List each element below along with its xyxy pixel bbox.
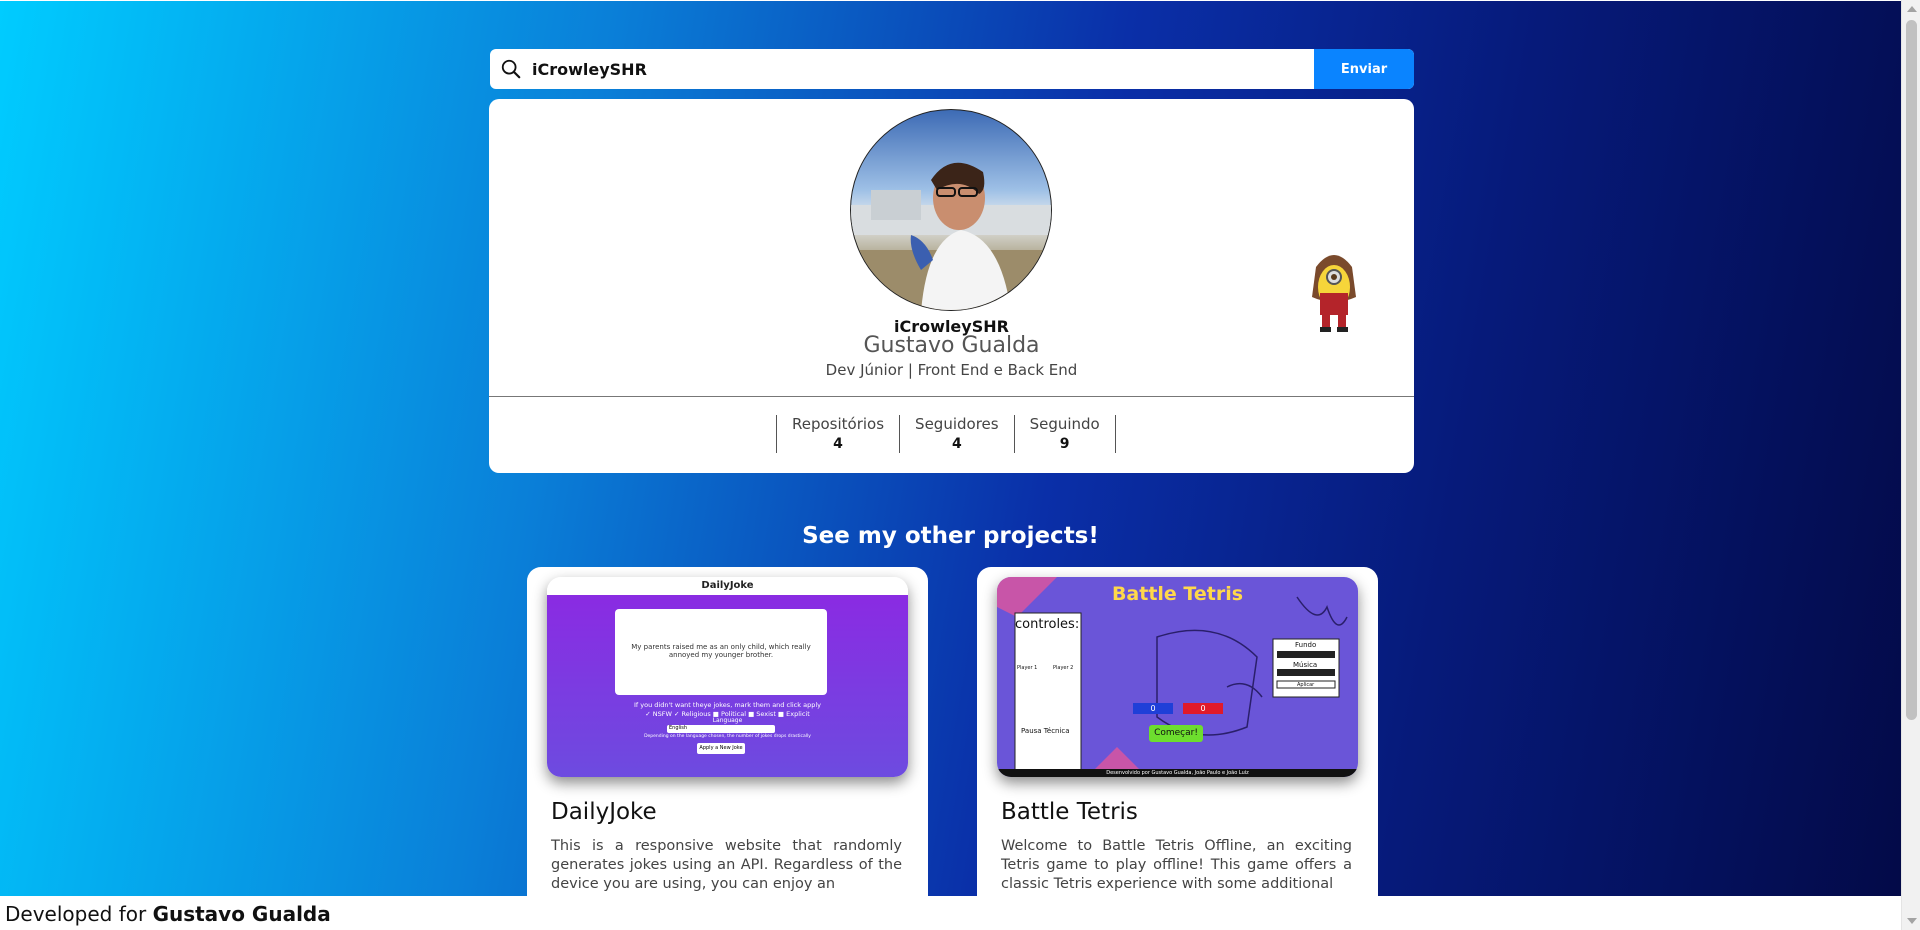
tetris-pause-label: Pausa Técnica (1021, 727, 1070, 735)
tetris-player1-label: Player 1 (1017, 665, 1038, 671)
stat-label: Seguindo (1029, 415, 1100, 433)
tetris-screen: Battle Tetris controles: Player 1 Player… (997, 577, 1358, 777)
footer-prefix: Developed for (5, 902, 147, 926)
search-input[interactable] (532, 59, 1314, 79)
page-scrollbar[interactable] (1901, 0, 1920, 930)
dailyjoke-hint: If you didn't want theye jokes, mark the… (634, 701, 821, 709)
tetris-controls-title: controles: (1015, 617, 1080, 632)
dailyjoke-header: DailyJoke (547, 577, 908, 595)
tetris-panel-apply: Aplicar (1297, 682, 1315, 688)
page-footer: Developed for Gustavo Gualda (0, 896, 1901, 930)
stat-followers: Seguidores 4 (900, 415, 1015, 453)
avatar-photo (851, 162, 1051, 310)
profile-bio: Dev Júnior | Front End e Back End (825, 361, 1078, 379)
project-card-battle-tetris[interactable]: Battle Tetris controles: Player 1 Player… (977, 567, 1378, 896)
scroll-up-icon[interactable] (1907, 6, 1917, 12)
dailyjoke-language-select: English (667, 725, 775, 733)
tetris-score-player1: 0 (1150, 704, 1156, 713)
project-screenshot[interactable]: Battle Tetris controles: Player 1 Player… (997, 577, 1358, 777)
tetris-panel-musica: Música (1293, 661, 1318, 669)
stat-value: 9 (1059, 436, 1070, 452)
dailyjoke-joke-box: My parents raised me as an only child, w… (615, 609, 827, 695)
profile-divider (489, 396, 1414, 397)
dailyjoke-language-label: Language (712, 717, 743, 724)
project-screenshot[interactable]: DailyJoke My parents raised me as an onl… (547, 577, 908, 777)
stat-label: Repositórios (792, 415, 885, 433)
scroll-down-icon[interactable] (1907, 918, 1917, 924)
search-bar: Enviar (490, 49, 1414, 89)
projects-heading: See my other projects! (802, 523, 1099, 549)
project-description: This is a responsive website that random… (551, 838, 902, 892)
search-icon (501, 59, 521, 79)
stat-repositories: Repositórios 4 (777, 415, 901, 453)
tetris-title: Battle Tetris (1111, 583, 1244, 605)
tetris-footer: Desenvolvido por Gustavo Gualda, João Pa… (997, 769, 1358, 777)
send-button[interactable]: Enviar (1314, 49, 1414, 89)
tetris-panel-fundo: Fundo (1295, 641, 1317, 649)
stat-value: 4 (833, 436, 843, 452)
stat-label: Seguidores (915, 415, 999, 433)
dailyjoke-body: My parents raised me as an only child, w… (547, 595, 908, 777)
dailyjoke-note: Depending on the language chosen, the nu… (644, 734, 811, 739)
project-card-dailyjoke[interactable]: DailyJoke My parents raised me as an onl… (527, 567, 928, 896)
footer-author-name: Gustavo Gualda (152, 902, 331, 926)
profile-stats: Repositórios 4 Seguidores 4 Seguindo 9 (776, 415, 1116, 453)
stat-value: 4 (951, 436, 962, 452)
tetris-start-button: Começar! (1149, 725, 1203, 742)
scrollbar-thumb[interactable] (1906, 20, 1917, 720)
profile-card: iCrowleySHR Gustavo Gualda Dev Júnior | … (489, 99, 1414, 473)
profile-name: Gustavo Gualda (863, 333, 1040, 358)
search-input-wrap (490, 49, 1314, 89)
avatar (850, 109, 1052, 311)
stat-following: Seguindo 9 (1015, 415, 1116, 453)
project-title: Battle Tetris (1001, 799, 1138, 825)
project-description: Welcome to Battle Tetris Offline, an exc… (1001, 838, 1352, 892)
tetris-score-player2: 0 (1200, 704, 1206, 713)
tetris-player2-label: Player 2 (1053, 665, 1074, 671)
tetris-background-art (997, 577, 1348, 777)
project-title: DailyJoke (551, 799, 657, 825)
dailyjoke-apply-button: Apply a New Joke (697, 743, 745, 754)
page-background: Enviar iC (0, 1, 1901, 896)
